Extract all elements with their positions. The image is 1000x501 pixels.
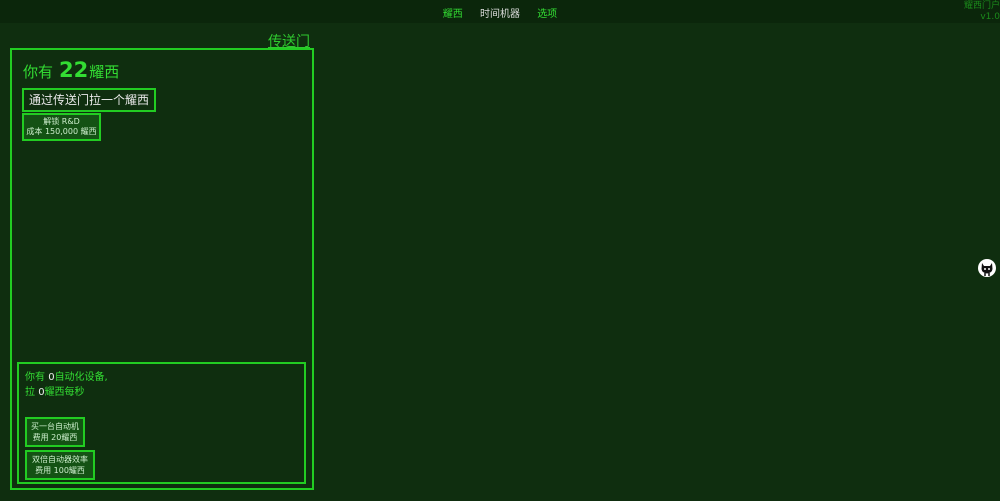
unlock-rd-label: 解锁 R&D (43, 117, 80, 126)
resource-number: 22 (59, 58, 89, 82)
double-efficiency-cost: 费用 100耀西 (35, 466, 85, 475)
devices-prefix: 你有 (25, 372, 45, 383)
automation-status: 你有 0自动化设备, 拉 0耀西每秒 (25, 370, 108, 400)
double-efficiency-button[interactable]: 双倍自动器效率 费用 100耀西 (25, 450, 95, 480)
buy-automator-button[interactable]: 买一台自动机 费用 20耀西 (25, 417, 85, 447)
resource-count: 你有 22耀西 (23, 58, 119, 82)
app-title: 耀西门户 (963, 1, 1000, 11)
octocat-icon[interactable] (977, 258, 997, 278)
nav-tabs: 耀西 时间机器 选项 (0, 5, 1000, 20)
tab-time-machine[interactable]: 时间机器 (480, 9, 520, 20)
app-info: 耀西门户 v1.0 (964, 1, 1000, 23)
resource-prefix: 你有 (23, 63, 54, 81)
unlock-rd-cost: 成本 150,000 耀西 (26, 127, 97, 136)
automation-panel: 你有 0自动化设备, 拉 0耀西每秒 买一台自动机 费用 20耀西 双倍自动器效… (17, 362, 306, 484)
portal-panel: 你有 22耀西 通过传送门拉一个耀西 解锁 R&D 成本 150,000 耀西 你… (10, 48, 314, 490)
resource-unit: 耀西 (89, 63, 120, 81)
buy-automator-label: 买一台自动机 (31, 422, 79, 431)
app-version: v1.0 (980, 12, 1000, 22)
devices-suffix: 自动化设备, (54, 372, 108, 383)
buy-automator-cost: 费用 20耀西 (32, 433, 78, 442)
top-bar: 耀西 时间机器 选项 耀西门户 v1.0 (0, 0, 1000, 23)
rate-suffix: 耀西每秒 (44, 387, 85, 398)
tab-yoshi[interactable]: 耀西 (443, 9, 463, 20)
rate-prefix: 拉 (25, 387, 35, 398)
tab-options[interactable]: 选项 (537, 9, 557, 20)
pull-yoshi-button[interactable]: 通过传送门拉一个耀西 (22, 88, 157, 112)
double-efficiency-label: 双倍自动器效率 (32, 455, 88, 464)
unlock-rd-button[interactable]: 解锁 R&D 成本 150,000 耀西 (22, 113, 101, 141)
